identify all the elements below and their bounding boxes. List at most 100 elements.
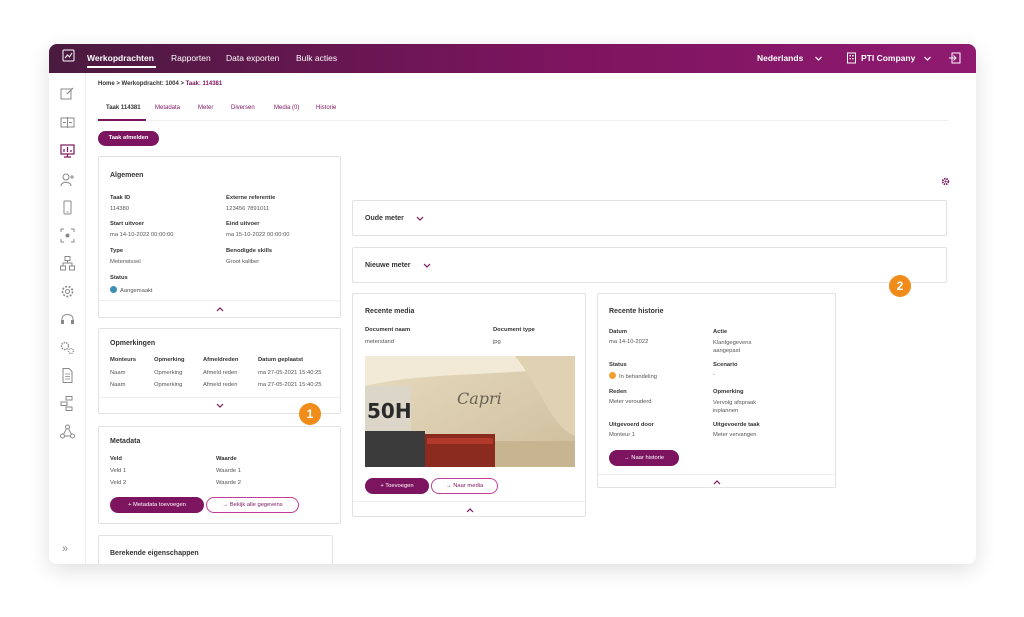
field-value: Meter verouderd	[609, 399, 652, 405]
tab-metadata[interactable]: Metadata	[155, 105, 180, 111]
logout-icon[interactable]	[948, 52, 961, 64]
chevron-down-icon[interactable]	[923, 54, 932, 63]
table-cell: ma 27-05-2021 15:40:25	[258, 370, 322, 376]
flow-icon[interactable]	[59, 395, 76, 412]
status-badge: Aangemaakt	[110, 286, 153, 294]
user-add-icon[interactable]	[59, 171, 76, 188]
card-title: Recente media	[365, 308, 415, 315]
field-label: Opmerking	[713, 389, 744, 395]
field-label: Externe referentie	[226, 195, 276, 201]
nav-data-exporten[interactable]: Data exporten	[226, 53, 279, 63]
edit-icon[interactable]	[59, 85, 76, 102]
app-logo-icon[interactable]	[62, 49, 75, 62]
nieuwe-meter-card[interactable]: Nieuwe meter	[352, 247, 947, 283]
tab-historie[interactable]: Historie	[316, 105, 336, 111]
table-cell: Waarde 1	[216, 468, 241, 474]
language-selector[interactable]: Nederlands	[757, 53, 803, 63]
table-header: Monteurs	[110, 357, 137, 363]
main-content: Home > Werkopdracht: 1004 > Taak: 114381…	[86, 73, 976, 564]
field-value: ma 14-10-2022	[609, 339, 649, 345]
field-label: Actie	[713, 329, 728, 335]
naar-media-button[interactable]: → Naar media	[431, 478, 498, 494]
tab-meter[interactable]: Meter	[198, 105, 213, 111]
status-text: Aangemaakt	[120, 288, 153, 294]
field-label: Datum	[609, 329, 628, 335]
field-value: Klantgegevens aangepast	[713, 340, 752, 354]
nav-rapporten[interactable]: Rapporten	[171, 53, 211, 63]
field-label: Status	[609, 362, 627, 368]
field-value: Monteur 1	[609, 432, 636, 438]
field-label: Uitgevoerd door	[609, 422, 654, 428]
card-divider	[99, 300, 340, 301]
field-value: -	[713, 372, 715, 378]
field-value: Groot kaliber	[226, 259, 260, 265]
step-badge-1: 1	[299, 403, 321, 425]
status-text: In behandeling	[619, 374, 658, 380]
settings-gear-icon[interactable]	[59, 283, 76, 300]
tab-divider	[98, 120, 948, 121]
phone-icon[interactable]	[59, 199, 76, 216]
hierarchy-icon[interactable]	[59, 255, 76, 272]
tab-media[interactable]: Media (0)	[274, 105, 299, 111]
sidebar: »	[49, 73, 86, 564]
chevron-up-icon[interactable]	[713, 479, 721, 485]
document-icon[interactable]	[59, 367, 76, 384]
tab-diversen[interactable]: Diversen	[231, 105, 255, 111]
table-cell: Waarde 2	[216, 480, 241, 486]
share-icon[interactable]	[59, 423, 76, 440]
table-cell: Naam	[110, 382, 126, 388]
company-selector[interactable]: PTI Company	[861, 53, 915, 63]
table-cell: Afmeld reden	[203, 382, 238, 388]
status-badge: In behandeling	[609, 372, 657, 380]
card-title: Algemeen	[110, 172, 144, 179]
card-title: Recente historie	[609, 308, 664, 315]
expand-sidebar-icon[interactable]: »	[62, 543, 68, 555]
chevron-down-icon[interactable]	[814, 54, 823, 63]
table-cell: Naam	[110, 370, 126, 376]
chevron-up-icon[interactable]	[466, 507, 474, 513]
chevron-down-icon[interactable]	[216, 403, 224, 409]
recente-historie-card: Recente historie Datum ma 14-10-2022 Act…	[597, 293, 836, 488]
bekijk-alle-gegevens-button[interactable]: → Bekijk alle gegevens	[206, 497, 299, 513]
nav-werkopdrachten[interactable]: Werkopdrachten	[87, 53, 154, 63]
table-cell: jpg	[493, 339, 501, 345]
headset-icon[interactable]	[59, 311, 76, 328]
breadcrumb-separator: >	[180, 81, 184, 87]
table-header: Datum geplaatst	[258, 357, 304, 363]
field-value: Meter vervangen	[713, 432, 757, 438]
settings-icon[interactable]	[941, 177, 950, 186]
breadcrumb-parent[interactable]: Werkopdracht: 1004	[122, 81, 179, 87]
field-value: Meterwissel	[110, 259, 141, 265]
app-window: Werkopdrachten Rapporten Data exporten B…	[49, 44, 976, 564]
media-photo[interactable]: 50H Capri	[365, 356, 575, 467]
license-plate-text: 50H	[367, 399, 412, 423]
breadcrumb-home[interactable]: Home	[98, 81, 115, 87]
field-label: Eind uitvoer	[226, 221, 260, 227]
table-header: Opmerking	[154, 357, 185, 363]
algemeen-card: Algemeen Taak ID 114380 Externe referent…	[98, 156, 341, 318]
split-icon[interactable]	[59, 114, 76, 131]
naar-historie-button[interactable]: → Naar historie	[609, 450, 679, 466]
table-header: Veld	[110, 456, 122, 462]
table-header: Waarde	[216, 456, 237, 462]
field-value: ma 15-10-2022 00:00:00	[226, 232, 290, 238]
metadata-toevoegen-button[interactable]: + Metadata toevoegen	[110, 497, 204, 513]
table-header: Afmeldreden	[203, 357, 239, 363]
nav-bulk-acties[interactable]: Bulk acties	[296, 53, 337, 63]
table-cell: Opmerking	[154, 370, 183, 376]
table-cell: Opmerking	[154, 382, 183, 388]
top-navigation-bar: Werkopdrachten Rapporten Data exporten B…	[49, 44, 976, 73]
table-cell: meterstand	[365, 339, 394, 345]
breadcrumb-current: Taak: 114381	[185, 81, 223, 87]
chevron-up-icon[interactable]	[216, 306, 224, 312]
field-label: Scenario	[713, 362, 738, 368]
taak-afmelden-button[interactable]: Taak afmelden	[98, 131, 159, 146]
chevron-down-icon[interactable]	[423, 263, 431, 269]
gears-icon[interactable]	[59, 339, 76, 356]
oude-meter-card[interactable]: Oude meter	[352, 200, 947, 236]
chart-board-icon[interactable]	[59, 142, 76, 159]
toevoegen-button[interactable]: + Toevoegen	[365, 478, 429, 494]
chevron-down-icon[interactable]	[416, 216, 424, 222]
scan-icon[interactable]	[59, 227, 76, 244]
tab-taak[interactable]: Taak 114381	[106, 105, 141, 111]
